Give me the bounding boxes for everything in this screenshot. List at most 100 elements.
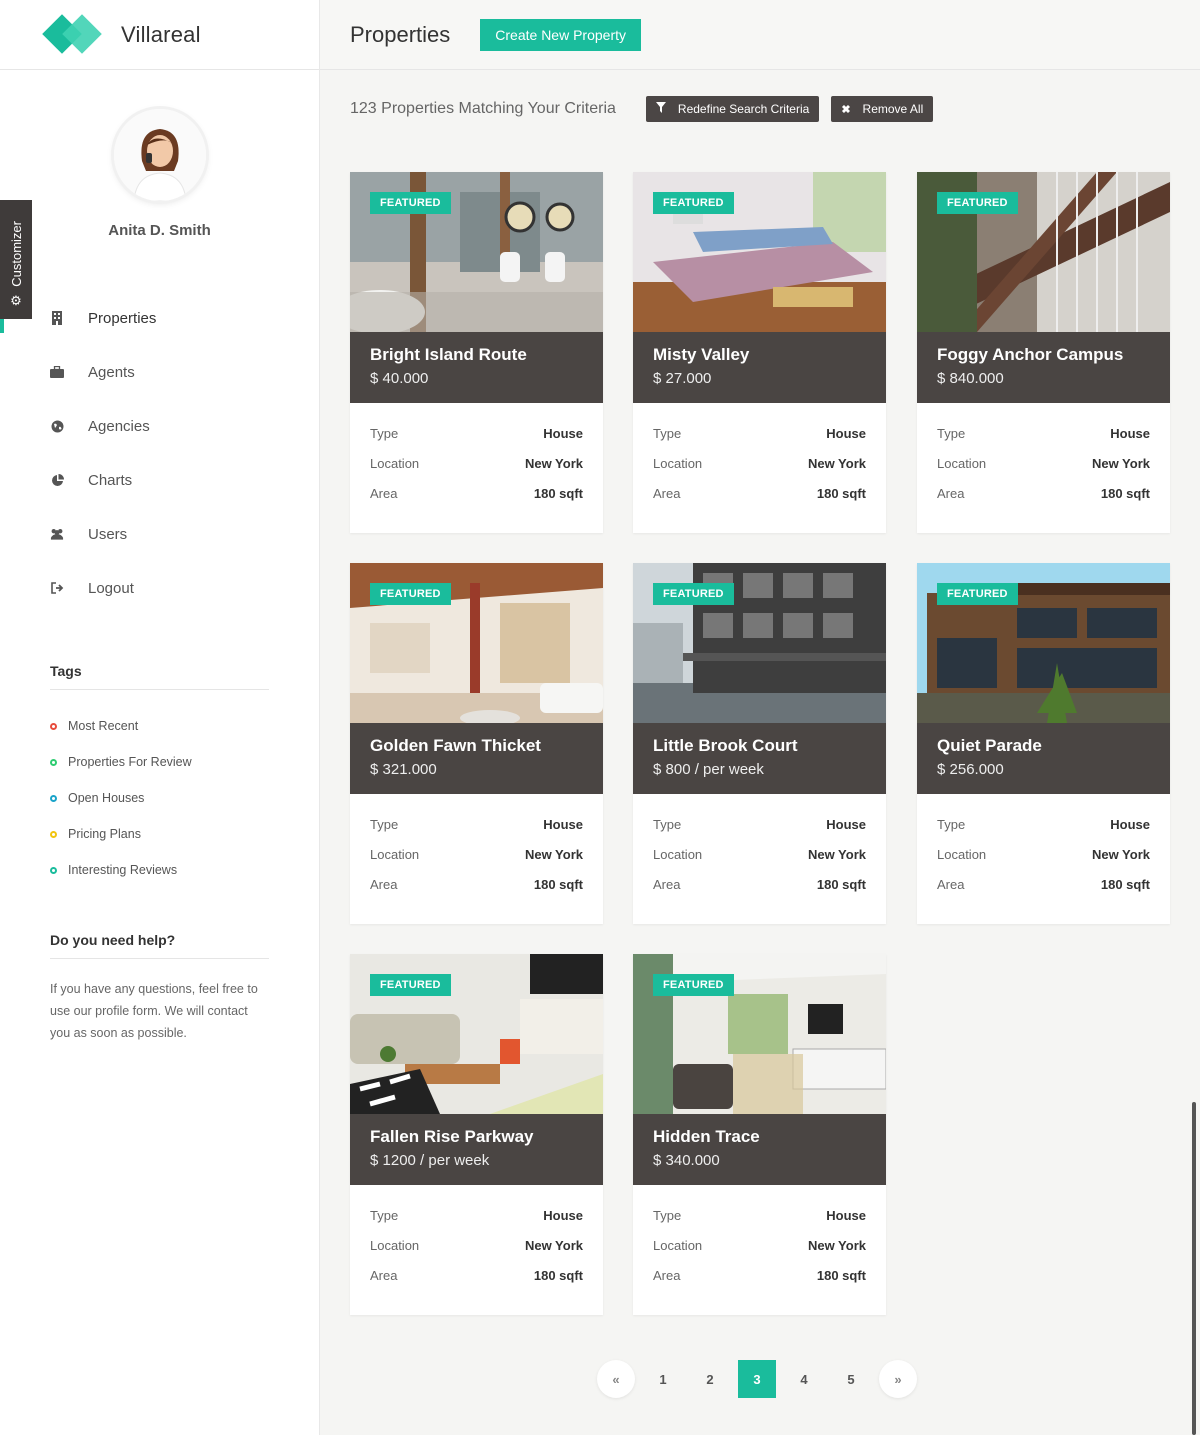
- spec-location: Location New York: [370, 456, 583, 486]
- property-photo: FEATURED: [917, 172, 1170, 332]
- property-name[interactable]: Bright Island Route: [370, 345, 583, 365]
- spec-value: 180 sqft: [1100, 877, 1150, 892]
- remove-all-label: Remove All: [862, 102, 924, 116]
- spec-label: Location: [370, 847, 420, 862]
- spec-value: New York: [1091, 456, 1150, 471]
- tag-label: Properties For Review: [68, 755, 192, 769]
- property-name[interactable]: Little Brook Court: [653, 736, 866, 756]
- page-title: Properties: [350, 21, 451, 47]
- property-card[interactable]: FEATURED Little Brook Court $ 800 / per …: [633, 563, 886, 924]
- results-count: 123 Properties Matching Your Criteria: [350, 100, 616, 117]
- nav-item-agencies[interactable]: Agencies: [0, 399, 319, 453]
- pagination-page-3-current[interactable]: 3: [738, 1360, 776, 1398]
- pagination-page-2[interactable]: 2: [691, 1360, 729, 1398]
- tag-dot-icon: [50, 830, 57, 838]
- spec-label: Area: [653, 1268, 681, 1283]
- spec-type: Type House: [370, 1208, 583, 1238]
- spec-label: Type: [653, 817, 682, 832]
- nav-item-charts[interactable]: Charts: [0, 453, 319, 507]
- featured-badge: FEATURED: [370, 974, 451, 996]
- tag-properties-for-review[interactable]: Properties For Review: [50, 744, 269, 780]
- customizer-toggle[interactable]: Customizer ⚙: [0, 200, 32, 319]
- spec-value: New York: [524, 456, 583, 471]
- property-card[interactable]: FEATURED Fallen Rise Parkway $ 1200 / pe…: [350, 954, 603, 1315]
- spec-label: Location: [370, 1238, 420, 1253]
- property-card[interactable]: FEATURED Misty Valley $ 27.000 Type House…: [633, 172, 886, 533]
- pagination-page-1[interactable]: 1: [644, 1360, 682, 1398]
- spec-label: Location: [653, 456, 703, 471]
- property-name[interactable]: Quiet Parade: [937, 736, 1150, 756]
- tag-label: Open Houses: [68, 791, 145, 805]
- pagination-next-button[interactable]: »: [879, 1360, 917, 1398]
- property-card[interactable]: FEATURED Golden Fawn Thicket $ 321.000 T…: [350, 563, 603, 924]
- spec-label: Location: [653, 847, 703, 862]
- property-photo: FEATURED: [917, 563, 1170, 723]
- property-caption: Hidden Trace $ 340.000: [633, 1114, 886, 1185]
- brand[interactable]: Villareal: [0, 0, 319, 70]
- property-name[interactable]: Hidden Trace: [653, 1127, 866, 1147]
- spec-label: Type: [653, 426, 682, 441]
- property-card[interactable]: FEATURED Foggy Anchor Campus $ 840.000 T…: [917, 172, 1170, 533]
- pagination-page-5[interactable]: 5: [832, 1360, 870, 1398]
- property-specs: Type House Location New York Area 180 sqft: [350, 1185, 603, 1298]
- nav-item-logout[interactable]: Logout: [0, 561, 319, 615]
- spec-value: House: [826, 426, 866, 441]
- spec-value: 180 sqft: [816, 1268, 866, 1283]
- nav-item-properties[interactable]: Properties: [0, 291, 319, 345]
- gear-icon: ⚙: [10, 293, 22, 308]
- spec-value: 180 sqft: [816, 877, 866, 892]
- spec-label: Location: [653, 1238, 703, 1253]
- create-new-property-button[interactable]: Create New Property: [480, 18, 641, 51]
- property-specs: Type House Location New York Area 180 sqft: [350, 794, 603, 907]
- tag-list: Most Recent Properties For Review Open H…: [50, 708, 269, 888]
- redefine-search-button[interactable]: Redefine Search Criteria: [645, 96, 820, 122]
- spec-location: Location New York: [937, 456, 1150, 486]
- spec-location: Location New York: [653, 456, 866, 486]
- nav-item-agents[interactable]: Agents: [0, 345, 319, 399]
- property-name[interactable]: Fallen Rise Parkway: [370, 1127, 583, 1147]
- nav-label: Agencies: [88, 417, 150, 435]
- pagination-page-4[interactable]: 4: [785, 1360, 823, 1398]
- property-photo: FEATURED: [350, 172, 603, 332]
- avatar[interactable]: [113, 109, 206, 201]
- property-name[interactable]: Misty Valley: [653, 345, 866, 365]
- remove-all-button[interactable]: ✖ Remove All: [831, 96, 934, 122]
- property-name[interactable]: Golden Fawn Thicket: [370, 736, 583, 756]
- spec-area: Area 180 sqft: [653, 1268, 866, 1298]
- spec-label: Area: [653, 877, 681, 892]
- spec-label: Location: [937, 456, 987, 471]
- property-card[interactable]: FEATURED Bright Island Route $ 40.000 Ty…: [350, 172, 603, 533]
- tag-dot-icon: [50, 722, 57, 730]
- property-name[interactable]: Foggy Anchor Campus: [937, 345, 1150, 365]
- page-scrollbar[interactable]: [1192, 1102, 1196, 1435]
- tag-pricing-plans[interactable]: Pricing Plans: [50, 816, 269, 852]
- spec-label: Type: [370, 817, 399, 832]
- pagination-prev-button[interactable]: «: [597, 1360, 635, 1398]
- spec-value: House: [826, 1208, 866, 1223]
- nav-label: Properties: [88, 309, 157, 327]
- help-text: If you have any questions, feel free to …: [50, 982, 258, 1040]
- property-caption: Golden Fawn Thicket $ 321.000: [350, 723, 603, 794]
- property-price: $ 340.000: [653, 1152, 720, 1169]
- nav-item-users[interactable]: Users: [0, 507, 319, 561]
- tag-most-recent[interactable]: Most Recent: [50, 708, 269, 744]
- spec-value: 180 sqft: [533, 877, 583, 892]
- spec-value: House: [826, 817, 866, 832]
- spec-location: Location New York: [653, 1238, 866, 1268]
- topbar: Properties Create New Property: [320, 0, 1200, 70]
- spec-location: Location New York: [370, 847, 583, 877]
- property-card[interactable]: FEATURED Hidden Trace $ 340.000 Type Hous…: [633, 954, 886, 1315]
- tag-interesting-reviews[interactable]: Interesting Reviews: [50, 852, 269, 888]
- spec-value: 180 sqft: [533, 486, 583, 501]
- logout-icon: [50, 581, 64, 595]
- tag-dot-icon: [50, 866, 57, 874]
- property-price: $ 840.000: [937, 370, 1004, 387]
- diamond-logo-icon: [42, 13, 102, 56]
- property-caption: Quiet Parade $ 256.000: [917, 723, 1170, 794]
- property-caption: Little Brook Court $ 800 / per week: [633, 723, 886, 794]
- spec-label: Location: [370, 456, 420, 471]
- property-card[interactable]: FEATURED Quiet Parade $ 256.000 Type Hous…: [917, 563, 1170, 924]
- property-caption: Foggy Anchor Campus $ 840.000: [917, 332, 1170, 403]
- spec-type: Type House: [653, 817, 866, 847]
- tag-open-houses[interactable]: Open Houses: [50, 780, 269, 816]
